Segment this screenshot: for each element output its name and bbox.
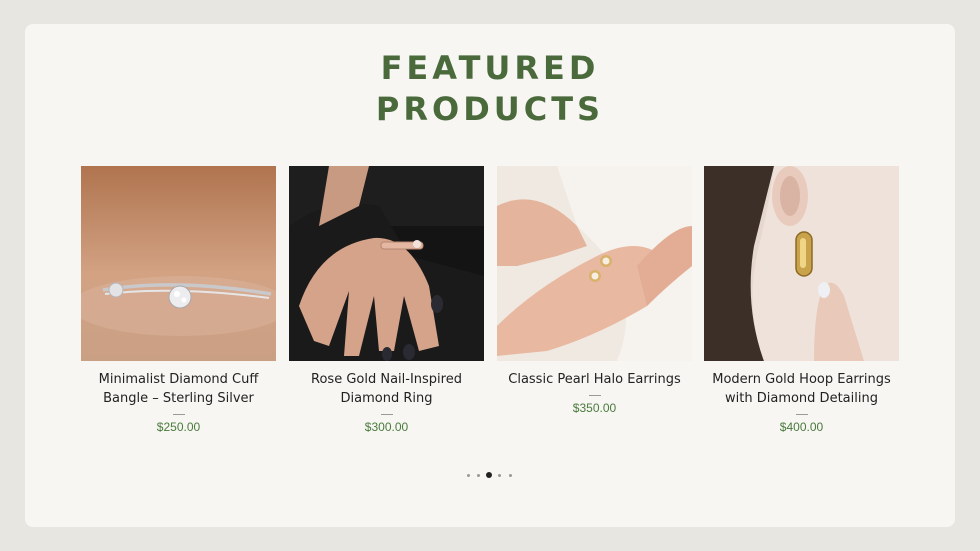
product-card[interactable]: Minimalist Diamond Cuff Bangle – Sterlin… xyxy=(81,166,276,434)
product-card[interactable]: Classic Pearl Halo Earrings $350.00 xyxy=(497,166,692,415)
carousel-dot[interactable] xyxy=(467,474,470,477)
divider xyxy=(588,395,601,396)
section-title-line-1: FEATURED xyxy=(380,49,600,87)
section-title-line-2: PRODUCTS xyxy=(375,90,605,128)
product-name[interactable]: Minimalist Diamond Cuff Bangle – Sterlin… xyxy=(81,370,276,408)
rose-gold-ring-image[interactable] xyxy=(289,166,484,361)
product-card[interactable]: Modern Gold Hoop Earrings with Diamond D… xyxy=(704,166,899,434)
carousel-dot-active[interactable] xyxy=(486,472,492,478)
carousel-dot[interactable] xyxy=(477,474,480,477)
divider xyxy=(380,414,393,415)
carousel-dot[interactable] xyxy=(509,474,512,477)
product-price: $350.00 xyxy=(572,401,617,415)
product-price: $250.00 xyxy=(156,420,201,434)
section-title: FEATURED PRODUCTS xyxy=(0,48,980,130)
divider xyxy=(795,414,808,415)
product-card[interactable]: Rose Gold Nail-Inspired Diamond Ring $30… xyxy=(289,166,484,434)
product-price: $400.00 xyxy=(779,420,824,434)
silver-bangle-image[interactable] xyxy=(81,166,276,361)
divider xyxy=(172,414,185,415)
carousel-dot[interactable] xyxy=(498,474,501,477)
product-name[interactable]: Modern Gold Hoop Earrings with Diamond D… xyxy=(704,370,899,408)
carousel-pagination xyxy=(466,472,514,480)
product-name[interactable]: Classic Pearl Halo Earrings xyxy=(497,370,692,389)
gold-hoop-earrings-image[interactable] xyxy=(704,166,899,361)
product-price: $300.00 xyxy=(364,420,409,434)
pearl-earrings-image[interactable] xyxy=(497,166,692,361)
product-name[interactable]: Rose Gold Nail-Inspired Diamond Ring xyxy=(289,370,484,408)
